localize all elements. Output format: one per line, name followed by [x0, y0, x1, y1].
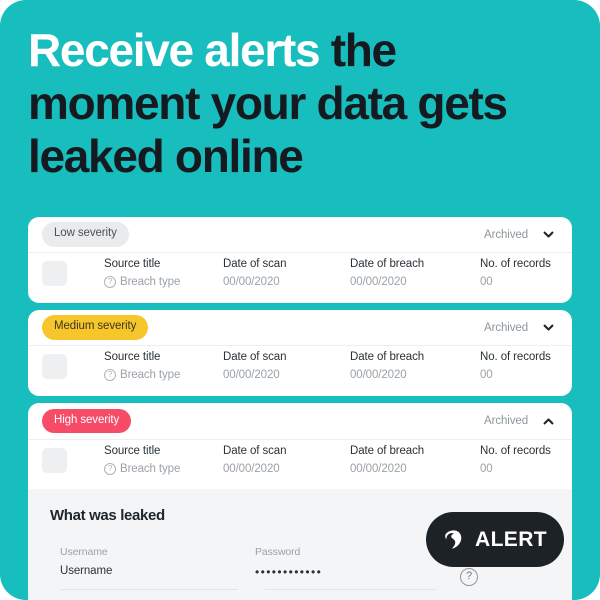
column-date-of-scan: Date of scan 00/00/2020 [223, 445, 286, 475]
column-date-of-breach: Date of breach 00/00/2020 [350, 258, 424, 288]
status-badge-severity: High severity [42, 408, 132, 434]
no-of-records-label: No. of records [480, 445, 551, 457]
password-label: Password [255, 546, 301, 558]
date-of-breach-label: Date of breach [350, 351, 425, 363]
date-of-scan-value: 00/00/2020 [223, 463, 280, 475]
alert-card-high[interactable]: High severity Archived Source title Brea… [28, 403, 572, 600]
breach-type-label: Breach type [120, 369, 181, 381]
breach-type-label: Breach type [120, 463, 181, 475]
source-thumbnail [42, 354, 67, 379]
chevron-up-icon[interactable] [542, 415, 555, 428]
date-of-breach-value: 00/00/2020 [350, 276, 407, 288]
date-of-scan-value: 00/00/2020 [223, 369, 280, 381]
alert-card-medium[interactable]: Medium severity Archived Source title Br… [28, 310, 572, 396]
date-of-scan-label: Date of scan [223, 258, 287, 270]
archived-label: Archived [484, 228, 528, 241]
status-badge-severity: Medium severity [42, 315, 149, 340]
username-label: Username [60, 546, 108, 558]
source-thumbnail [42, 448, 67, 473]
column-date-of-breach: Date of breach 00/00/2020 [350, 445, 424, 475]
archived-toggle[interactable]: Archived [484, 321, 555, 334]
no-of-records-value: 00 [480, 463, 493, 475]
archived-toggle[interactable]: Archived [484, 228, 555, 241]
username-value: Username [60, 565, 113, 577]
alert-card-row: Source title Breach type Date of scan 00… [28, 440, 572, 489]
column-date-of-scan: Date of scan 00/00/2020 [223, 351, 286, 381]
chevron-down-icon[interactable] [542, 321, 555, 334]
archived-label: Archived [484, 321, 528, 334]
column-source: Source title Breach type [104, 258, 180, 288]
date-of-breach-label: Date of breach [350, 445, 425, 457]
date-of-breach-label: Date of breach [350, 258, 425, 270]
date-of-breach-value: 00/00/2020 [350, 463, 407, 475]
breach-type: Breach type [104, 369, 180, 381]
field-divider [265, 589, 437, 590]
no-of-records-label: No. of records [480, 351, 551, 363]
alert-card-low[interactable]: Low severity Archived Source title Breac… [28, 217, 572, 303]
question-circle-icon[interactable] [104, 276, 116, 288]
question-circle-icon[interactable] [460, 568, 478, 586]
no-of-records-value: 00 [480, 276, 493, 288]
password-value: •••••••••••• [255, 565, 323, 579]
leaked-field-username: Username Username [60, 546, 255, 579]
breach-type: Breach type [104, 463, 180, 475]
alert-card-header[interactable]: Medium severity Archived [28, 310, 572, 346]
alert-badge[interactable]: ALERT [426, 512, 564, 567]
column-date-of-scan: Date of scan 00/00/2020 [223, 258, 286, 288]
source-title: Source title [104, 258, 161, 270]
question-circle-icon[interactable] [104, 463, 116, 475]
leaked-field-password: Password •••••••••••• [255, 546, 435, 579]
column-no-of-records: No. of records 00 [480, 258, 551, 288]
source-thumbnail [42, 261, 67, 286]
chevron-down-icon[interactable] [542, 228, 555, 241]
date-of-breach-value: 00/00/2020 [350, 369, 407, 381]
archived-label: Archived [484, 415, 528, 427]
alert-card-row: Source title Breach type Date of scan 00… [28, 346, 572, 395]
no-of-records-label: No. of records [480, 258, 551, 270]
column-source: Source title Breach type [104, 445, 180, 475]
breach-type-label: Breach type [120, 276, 181, 288]
source-title: Source title [104, 351, 161, 363]
date-of-scan-value: 00/00/2020 [223, 276, 280, 288]
no-of-records-value: 00 [480, 369, 493, 381]
status-badge-severity: Low severity [42, 222, 129, 247]
promo-frame: Receive alerts the moment your data gets… [0, 0, 600, 600]
column-source: Source title Breach type [104, 351, 180, 381]
page-title: Receive alerts the moment your data gets… [28, 24, 568, 183]
column-no-of-records: No. of records 00 [480, 351, 551, 381]
source-title: Source title [104, 445, 161, 457]
alert-card-header[interactable]: High severity Archived [28, 403, 572, 440]
question-circle-icon[interactable] [104, 369, 116, 381]
column-no-of-records: No. of records 00 [480, 445, 551, 475]
alert-card-header[interactable]: Low severity Archived [28, 217, 572, 253]
headline-highlight: Receive alerts [28, 24, 321, 76]
alert-card-row: Source title Breach type Date of scan 00… [28, 253, 572, 302]
archived-toggle[interactable]: Archived [484, 415, 555, 428]
date-of-scan-label: Date of scan [223, 445, 287, 457]
surfshark-logo-icon [445, 530, 462, 549]
field-divider [60, 589, 238, 590]
date-of-scan-label: Date of scan [223, 351, 287, 363]
column-date-of-breach: Date of breach 00/00/2020 [350, 351, 424, 381]
breach-type: Breach type [104, 276, 180, 288]
alert-badge-label: ALERT [475, 527, 547, 551]
